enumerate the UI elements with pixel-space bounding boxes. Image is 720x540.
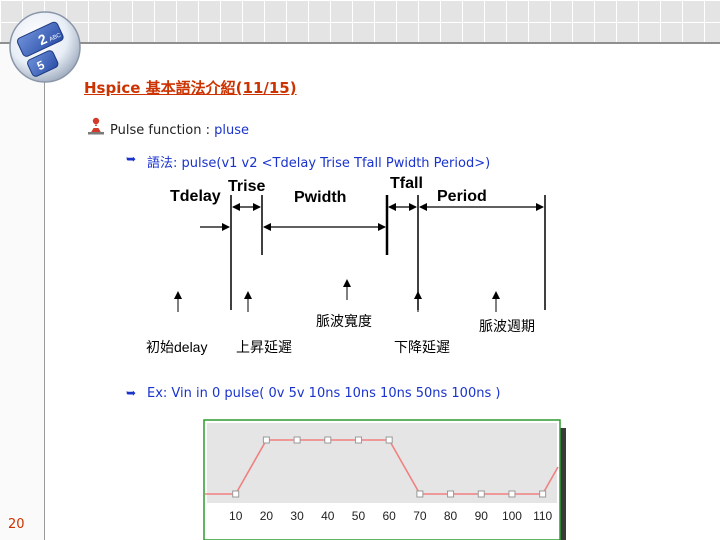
waveform-point xyxy=(416,490,424,498)
x-tick-label: 100 xyxy=(502,509,522,523)
x-tick-label: 30 xyxy=(290,509,304,523)
pulse-waveform-chart: 10 20 30 40 50 60 70 80 90 100 110 xyxy=(203,419,566,540)
waveform-point xyxy=(508,490,516,498)
waveform-point xyxy=(354,436,362,444)
waveform-point xyxy=(447,490,455,498)
chart-plot-area xyxy=(207,423,557,503)
x-tick-label: 90 xyxy=(475,509,489,523)
waveform-point xyxy=(232,490,240,498)
x-tick-label: 80 xyxy=(444,509,458,523)
waveform-point xyxy=(385,436,393,444)
waveform-point xyxy=(477,490,485,498)
waveform-point xyxy=(324,436,332,444)
waveform-point xyxy=(539,490,547,498)
x-tick-label: 70 xyxy=(413,509,427,523)
waveform-point xyxy=(293,436,301,444)
x-tick-label: 50 xyxy=(352,509,366,523)
x-tick-label: 110 xyxy=(533,509,552,523)
page-number: 20 xyxy=(8,517,25,532)
waveform-point xyxy=(262,436,270,444)
x-tick-label: 10 xyxy=(229,509,243,523)
x-tick-label: 60 xyxy=(382,509,396,523)
x-tick-label: 20 xyxy=(260,509,274,523)
x-tick-label: 40 xyxy=(321,509,335,523)
